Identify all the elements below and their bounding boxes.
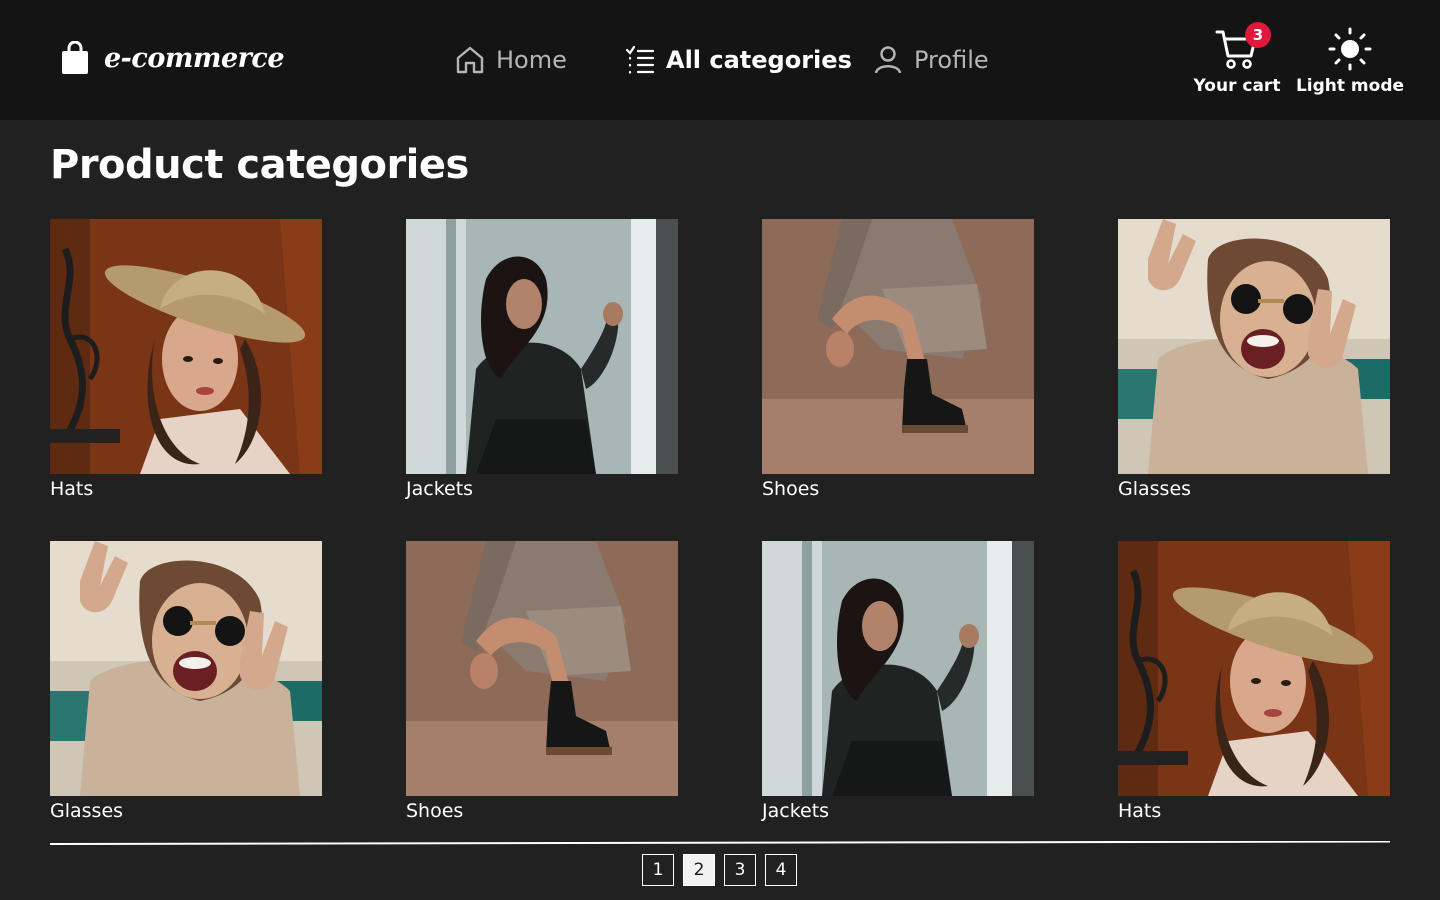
page-1-button[interactable]: 1 <box>642 854 674 886</box>
category-image <box>1118 541 1390 796</box>
category-card-hats[interactable]: Hats <box>1118 541 1390 822</box>
category-image <box>762 219 1034 474</box>
category-name: Jackets <box>406 478 474 500</box>
category-image <box>50 219 322 474</box>
page-3-button[interactable]: 3 <box>724 854 756 886</box>
list-icon <box>624 44 656 76</box>
category-card-hats[interactable]: Hats <box>50 219 322 500</box>
nav-home-label: Home <box>496 46 567 74</box>
category-image <box>1118 219 1390 474</box>
page-2-button[interactable]: 2 <box>683 854 715 886</box>
cart-icon: 3 <box>1215 22 1271 72</box>
category-name: Shoes <box>406 800 464 822</box>
category-card-shoes[interactable]: Shoes <box>762 219 1034 500</box>
nav-all-categories-label: All categories <box>666 46 852 74</box>
page-title: Product categories <box>50 142 469 188</box>
nav-profile-label: Profile <box>914 46 989 74</box>
pagination: 1 2 3 4 <box>642 854 806 886</box>
category-image <box>50 541 322 796</box>
category-name: Shoes <box>762 478 820 500</box>
category-card-glasses[interactable]: Glasses <box>1118 219 1390 500</box>
cart-button[interactable]: 3 Your cart <box>1177 22 1297 96</box>
nav-profile[interactable]: Profile <box>872 38 989 82</box>
category-image <box>762 541 1034 796</box>
sun-icon <box>1328 26 1372 72</box>
category-card-jackets[interactable]: Jackets <box>406 219 678 500</box>
category-name: Hats <box>50 478 94 500</box>
brand-name: e-commerce <box>104 42 285 74</box>
category-card-shoes[interactable]: Shoes <box>406 541 678 822</box>
page-4-button[interactable]: 4 <box>765 854 797 886</box>
cart-label: Your cart <box>1193 76 1281 96</box>
home-icon <box>454 44 486 76</box>
cart-count-badge: 3 <box>1245 22 1271 48</box>
category-name: Hats <box>1118 800 1162 822</box>
top-navigation-bar: e-commerce Home All categories Profile 3… <box>0 0 1440 120</box>
shopping-bag-icon <box>60 40 90 75</box>
nav-home[interactable]: Home <box>454 38 567 82</box>
category-card-glasses[interactable]: Glasses <box>50 541 322 822</box>
light-mode-label: Light mode <box>1295 76 1405 96</box>
user-icon <box>872 44 904 76</box>
category-image <box>406 219 678 474</box>
light-mode-toggle[interactable]: Light mode <box>1290 26 1410 96</box>
category-image <box>406 541 678 796</box>
category-name: Glasses <box>50 800 124 822</box>
nav-all-categories[interactable]: All categories <box>624 38 852 82</box>
section-divider <box>50 841 1390 845</box>
brand-logo[interactable]: e-commerce <box>60 40 285 76</box>
category-name: Glasses <box>1118 478 1192 500</box>
category-name: Jackets <box>762 800 830 822</box>
category-card-jackets[interactable]: Jackets <box>762 541 1034 822</box>
